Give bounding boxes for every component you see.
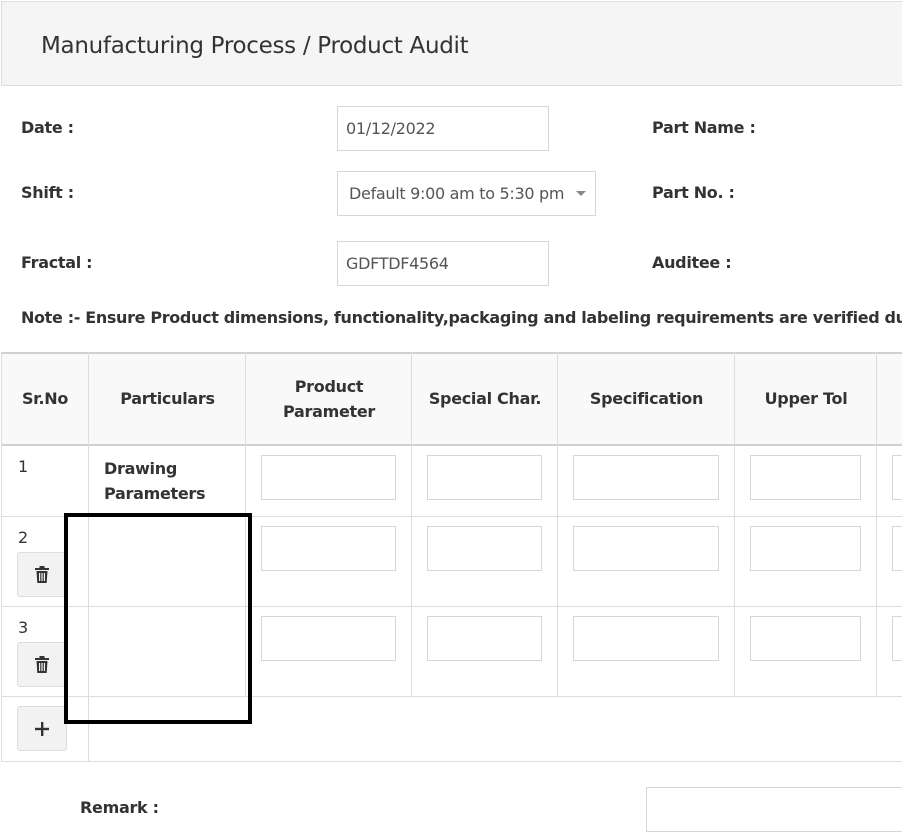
row-3-sr-no: 3 [18,618,28,637]
row-2-next-input[interactable] [892,526,902,571]
row-3-specification-input[interactable] [573,616,719,661]
note-text: Note :- Ensure Product dimensions, funct… [21,308,902,327]
row-3-product-parameter-input[interactable] [261,616,396,661]
shift-select-value: Default 9:00 am to 5:30 pm [349,184,565,203]
remark-label: Remark : [80,798,159,817]
fractal-label: Fractal : [21,253,93,272]
row-1-next-input[interactable] [892,455,902,500]
row-2-sr-no: 2 [18,528,28,547]
row-divider [1,606,902,607]
shift-label: Shift : [21,183,74,202]
column-header-special-char: Special Char. [428,389,542,408]
part-no-label: Part No. : [652,183,735,202]
remark-input[interactable] [646,787,902,832]
row-2-upper-tol-input[interactable] [750,526,861,571]
row-3-upper-tol-input[interactable] [750,616,861,661]
column-header-upper-tol: Upper Tol [764,389,848,408]
row-3-next-input[interactable] [892,616,902,661]
date-label: Date : [21,118,74,137]
page-title: Manufacturing Process / Product Audit [41,33,469,59]
delete-row-3-button[interactable] [17,642,67,687]
page-header: Manufacturing Process / Product Audit [1,1,902,86]
row-1-product-parameter-input[interactable] [261,455,396,500]
column-header-sr-no: Sr.No [21,389,69,408]
row-divider [1,696,902,697]
row-1-sr-no: 1 [18,457,28,476]
row-1-specification-input[interactable] [573,455,719,500]
row-3-special-char-input[interactable] [427,616,542,661]
row-1-upper-tol-input[interactable] [750,455,861,500]
row-2-special-char-input[interactable] [427,526,542,571]
column-header-product-parameter: Product Parameter [283,376,375,421]
column-header-specification: Specification [589,389,704,408]
row-divider [1,516,902,517]
delete-row-2-button[interactable] [17,552,67,597]
column-header-particulars: Particulars [120,389,215,408]
add-row-button[interactable] [17,706,67,751]
caret-down-icon [576,191,586,196]
trash-icon [35,566,49,583]
shift-select[interactable]: Default 9:00 am to 5:30 pm [337,171,596,216]
table-bottom-border [1,761,902,762]
row-2-product-parameter-input[interactable] [261,526,396,571]
trash-icon [35,656,49,673]
date-input[interactable]: 01/12/2022 [337,106,549,151]
part-name-label: Part Name : [652,118,756,137]
auditee-label: Auditee : [652,253,732,272]
fractal-input[interactable]: GDFTDF4564 [337,241,549,286]
row-2-specification-input[interactable] [573,526,719,571]
plus-icon [35,721,49,736]
row-1-special-char-input[interactable] [427,455,542,500]
row-1-particulars: Drawing Parameters [104,459,206,503]
audit-table: Sr.No Particulars Product Parameter Spec… [1,352,902,762]
